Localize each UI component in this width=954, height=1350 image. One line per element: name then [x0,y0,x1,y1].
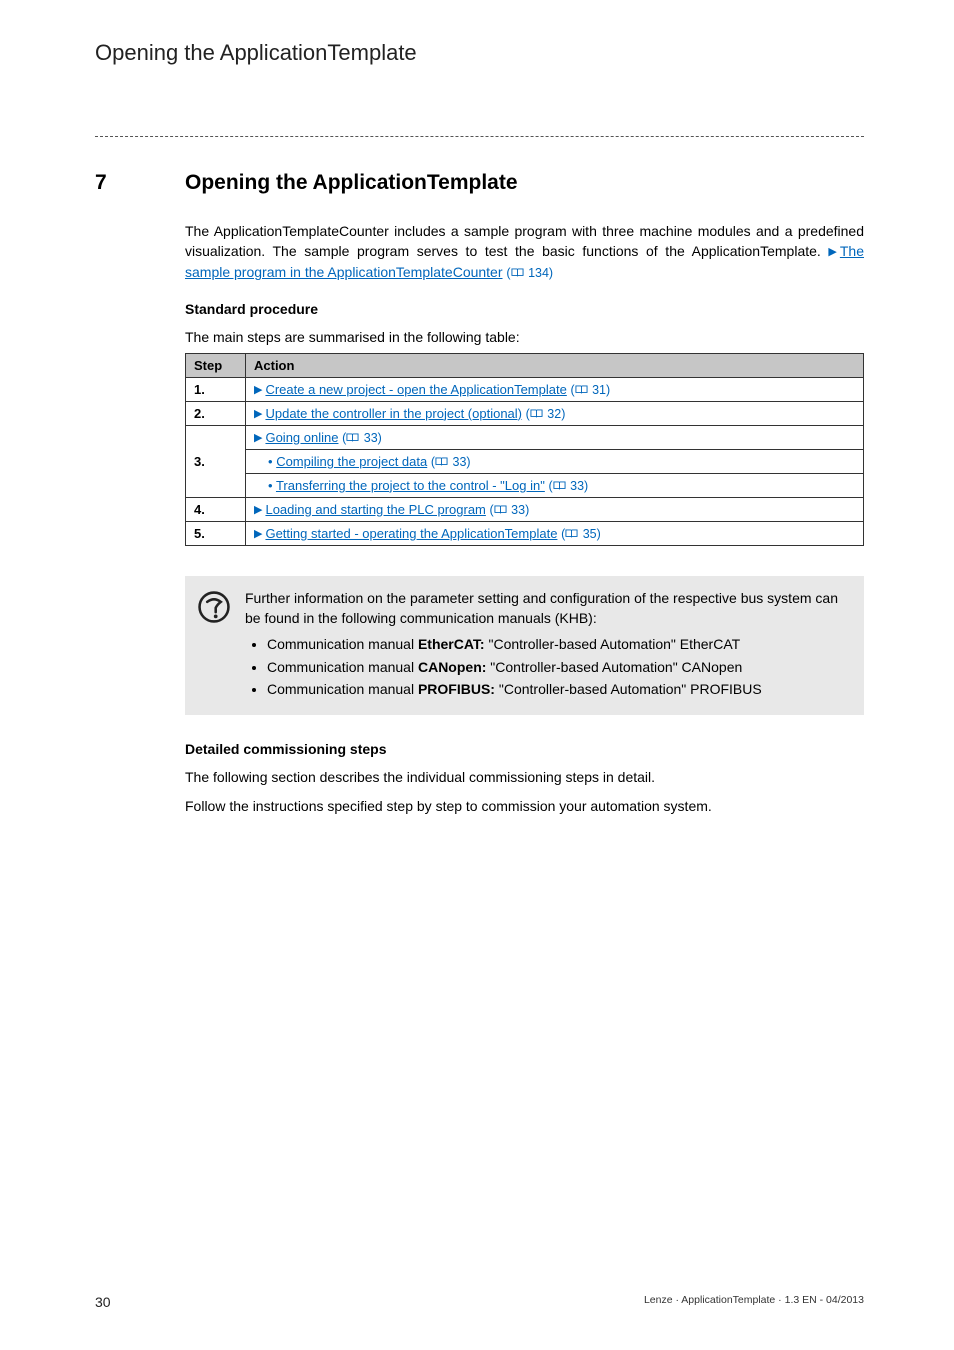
step-pageref: ( 35) [561,527,601,541]
step-pageref: ( 33) [342,431,382,445]
arrow-icon: ▶ [254,407,262,420]
action-cell: ▶Getting started - operating the Applica… [246,521,864,545]
section-number: 7 [95,171,185,195]
section-title: Opening the ApplicationTemplate [185,171,518,195]
action-cell: • Compiling the project data ( 33) [246,449,864,473]
book-icon [553,481,566,491]
book-icon [346,433,359,443]
step-pageref: ( 31) [570,383,610,397]
table-row: 2.▶Update the controller in the project … [186,401,864,425]
note-intro: Further information on the parameter set… [245,588,846,629]
page-footer: 30 Lenze · ApplicationTemplate · 1.3 EN … [95,1294,864,1310]
standard-procedure-lead: The main steps are summarised in the fol… [185,327,864,347]
step-link[interactable]: Getting started - operating the Applicat… [265,526,557,541]
col-action: Action [246,353,864,377]
step-cell: 2. [186,401,246,425]
note-item: Communication manual EtherCAT: "Controll… [267,634,846,654]
page-number: 30 [95,1294,111,1310]
action-cell: ▶Going online ( 33) [246,425,864,449]
intro-text: The ApplicationTemplateCounter includes … [185,223,864,259]
note-item: Communication manual PROFIBUS: "Controll… [267,679,846,699]
table-row: 5.▶Getting started - operating the Appli… [186,521,864,545]
dashed-separator [95,136,864,137]
note-box: Further information on the parameter set… [185,576,864,715]
bullet-icon: • [268,454,273,469]
detailed-p1: The following section describes the indi… [185,767,864,787]
standard-procedure-heading: Standard procedure [185,301,864,317]
action-cell: ▶Loading and starting the PLC program ( … [246,497,864,521]
book-icon [530,409,543,419]
step-cell: 1. [186,377,246,401]
detailed-heading: Detailed commissioning steps [185,741,864,757]
step-link[interactable]: Create a new project - open the Applicat… [265,382,566,397]
arrow-icon: ▶ [254,503,262,516]
note-icon [197,590,231,624]
step-pageref: ( 33) [548,479,588,493]
bullet-icon: • [268,478,273,493]
arrow-icon: ▶ [828,245,836,261]
step-cell: 5. [186,521,246,545]
step-cell: 3. [186,425,246,497]
book-icon [575,385,588,395]
step-link[interactable]: Going online [265,430,338,445]
step-link[interactable]: Compiling the project data [276,454,427,469]
arrow-icon: ▶ [254,431,262,444]
action-cell: ▶Create a new project - open the Applica… [246,377,864,401]
book-icon [435,457,448,467]
step-pageref: ( 33) [431,455,471,469]
detailed-p2: Follow the instructions specified step b… [185,796,864,816]
step-pageref: ( 32) [526,407,566,421]
intro-pageref: ( 134) [506,266,553,280]
step-pageref: ( 33) [490,503,530,517]
col-step: Step [186,353,246,377]
table-row: 3.▶Going online ( 33) [186,425,864,449]
footer-meta: Lenze · ApplicationTemplate · 1.3 EN - 0… [644,1294,864,1310]
note-item: Communication manual CANopen: "Controlle… [267,657,846,677]
step-link[interactable]: Transferring the project to the control … [276,478,545,493]
action-cell: • Transferring the project to the contro… [246,473,864,497]
table-row: 1.▶Create a new project - open the Appli… [186,377,864,401]
step-link[interactable]: Update the controller in the project (op… [265,406,522,421]
arrow-icon: ▶ [254,383,262,396]
arrow-icon: ▶ [254,527,262,540]
step-cell: 4. [186,497,246,521]
table-row: • Compiling the project data ( 33) [186,449,864,473]
table-row: 4.▶Loading and starting the PLC program … [186,497,864,521]
book-icon [565,529,578,539]
running-head: Opening the ApplicationTemplate [95,40,864,66]
book-icon [511,268,524,278]
book-icon [494,505,507,515]
action-cell: ▶Update the controller in the project (o… [246,401,864,425]
table-row: • Transferring the project to the contro… [186,473,864,497]
steps-table: Step Action 1.▶Create a new project - op… [185,353,864,546]
section-heading: 7 Opening the ApplicationTemplate [95,171,864,195]
note-list: Communication manual EtherCAT: "Controll… [267,634,846,699]
intro-paragraph: The ApplicationTemplateCounter includes … [185,221,864,283]
step-link[interactable]: Loading and starting the PLC program [265,502,485,517]
